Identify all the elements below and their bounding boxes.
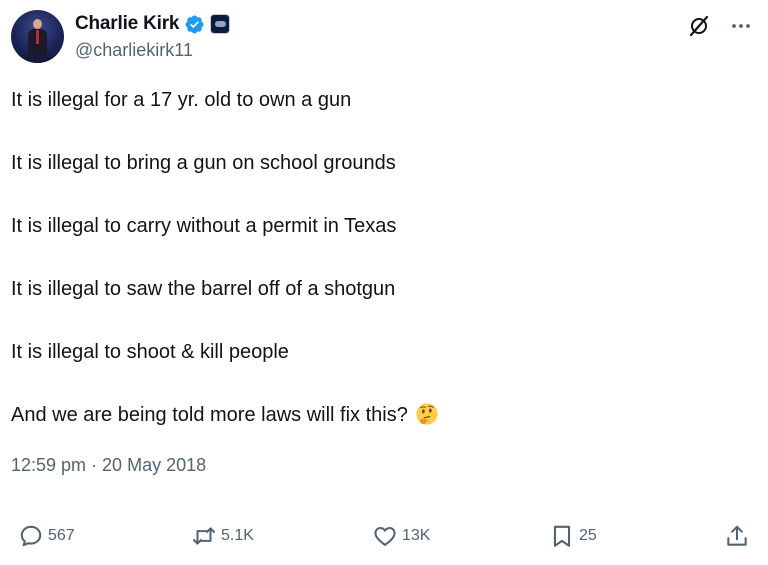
verified-badge-icon[interactable]	[184, 14, 205, 35]
tweet-text: It is illegal for a 17 yr. old to own a …	[11, 86, 751, 429]
tweet-line: It is illegal to shoot & kill people	[11, 341, 289, 363]
tweet-line: It is illegal for a 17 yr. old to own a …	[11, 89, 352, 111]
share-icon	[727, 525, 747, 546]
bookmark-button[interactable]: 25	[549, 521, 597, 551]
tweet-line: It is illegal to bring a gun on school g…	[11, 152, 396, 174]
tweet-timestamp[interactable]: 12:59 pm · 20 May 2018	[11, 455, 206, 476]
author-handle[interactable]: @charliekirk11	[75, 40, 193, 61]
like-count: 13K	[402, 527, 431, 544]
avatar-stage	[11, 55, 64, 63]
tweet-header: Charlie Kirk @charliekirk11	[11, 10, 757, 66]
thinking-face-icon	[416, 403, 439, 425]
avatar-tie	[36, 30, 39, 44]
repost-button[interactable]: 5.1K	[191, 521, 254, 551]
more-icon[interactable]	[729, 14, 753, 38]
repost-count: 5.1K	[221, 527, 254, 544]
tweet-line: It is illegal to carry without a permit …	[11, 215, 397, 237]
tweet-line: And we are being told more laws will fix…	[11, 404, 408, 426]
bookmark-count: 25	[579, 527, 597, 544]
action-bar: 567 5.1K 13K 25	[16, 521, 756, 551]
author-name[interactable]: Charlie Kirk	[75, 13, 179, 35]
avatar-head	[33, 19, 42, 29]
reply-button[interactable]: 567	[18, 521, 75, 551]
share-button[interactable]	[724, 521, 750, 551]
repost-icon	[193, 527, 215, 545]
reply-icon	[20, 525, 42, 547]
bookmark-icon	[553, 525, 571, 547]
avatar[interactable]	[11, 10, 64, 63]
like-icon	[374, 526, 396, 546]
tweet-last-line: And we are being told more laws will fix…	[11, 401, 751, 429]
grok-icon[interactable]	[687, 14, 711, 38]
tweet-line: It is illegal to saw the barrel off of a…	[11, 278, 396, 300]
author-name-row: Charlie Kirk	[75, 12, 231, 36]
reply-count: 567	[48, 527, 75, 544]
like-button[interactable]: 13K	[372, 521, 430, 551]
affiliation-badge-icon[interactable]	[210, 14, 231, 34]
